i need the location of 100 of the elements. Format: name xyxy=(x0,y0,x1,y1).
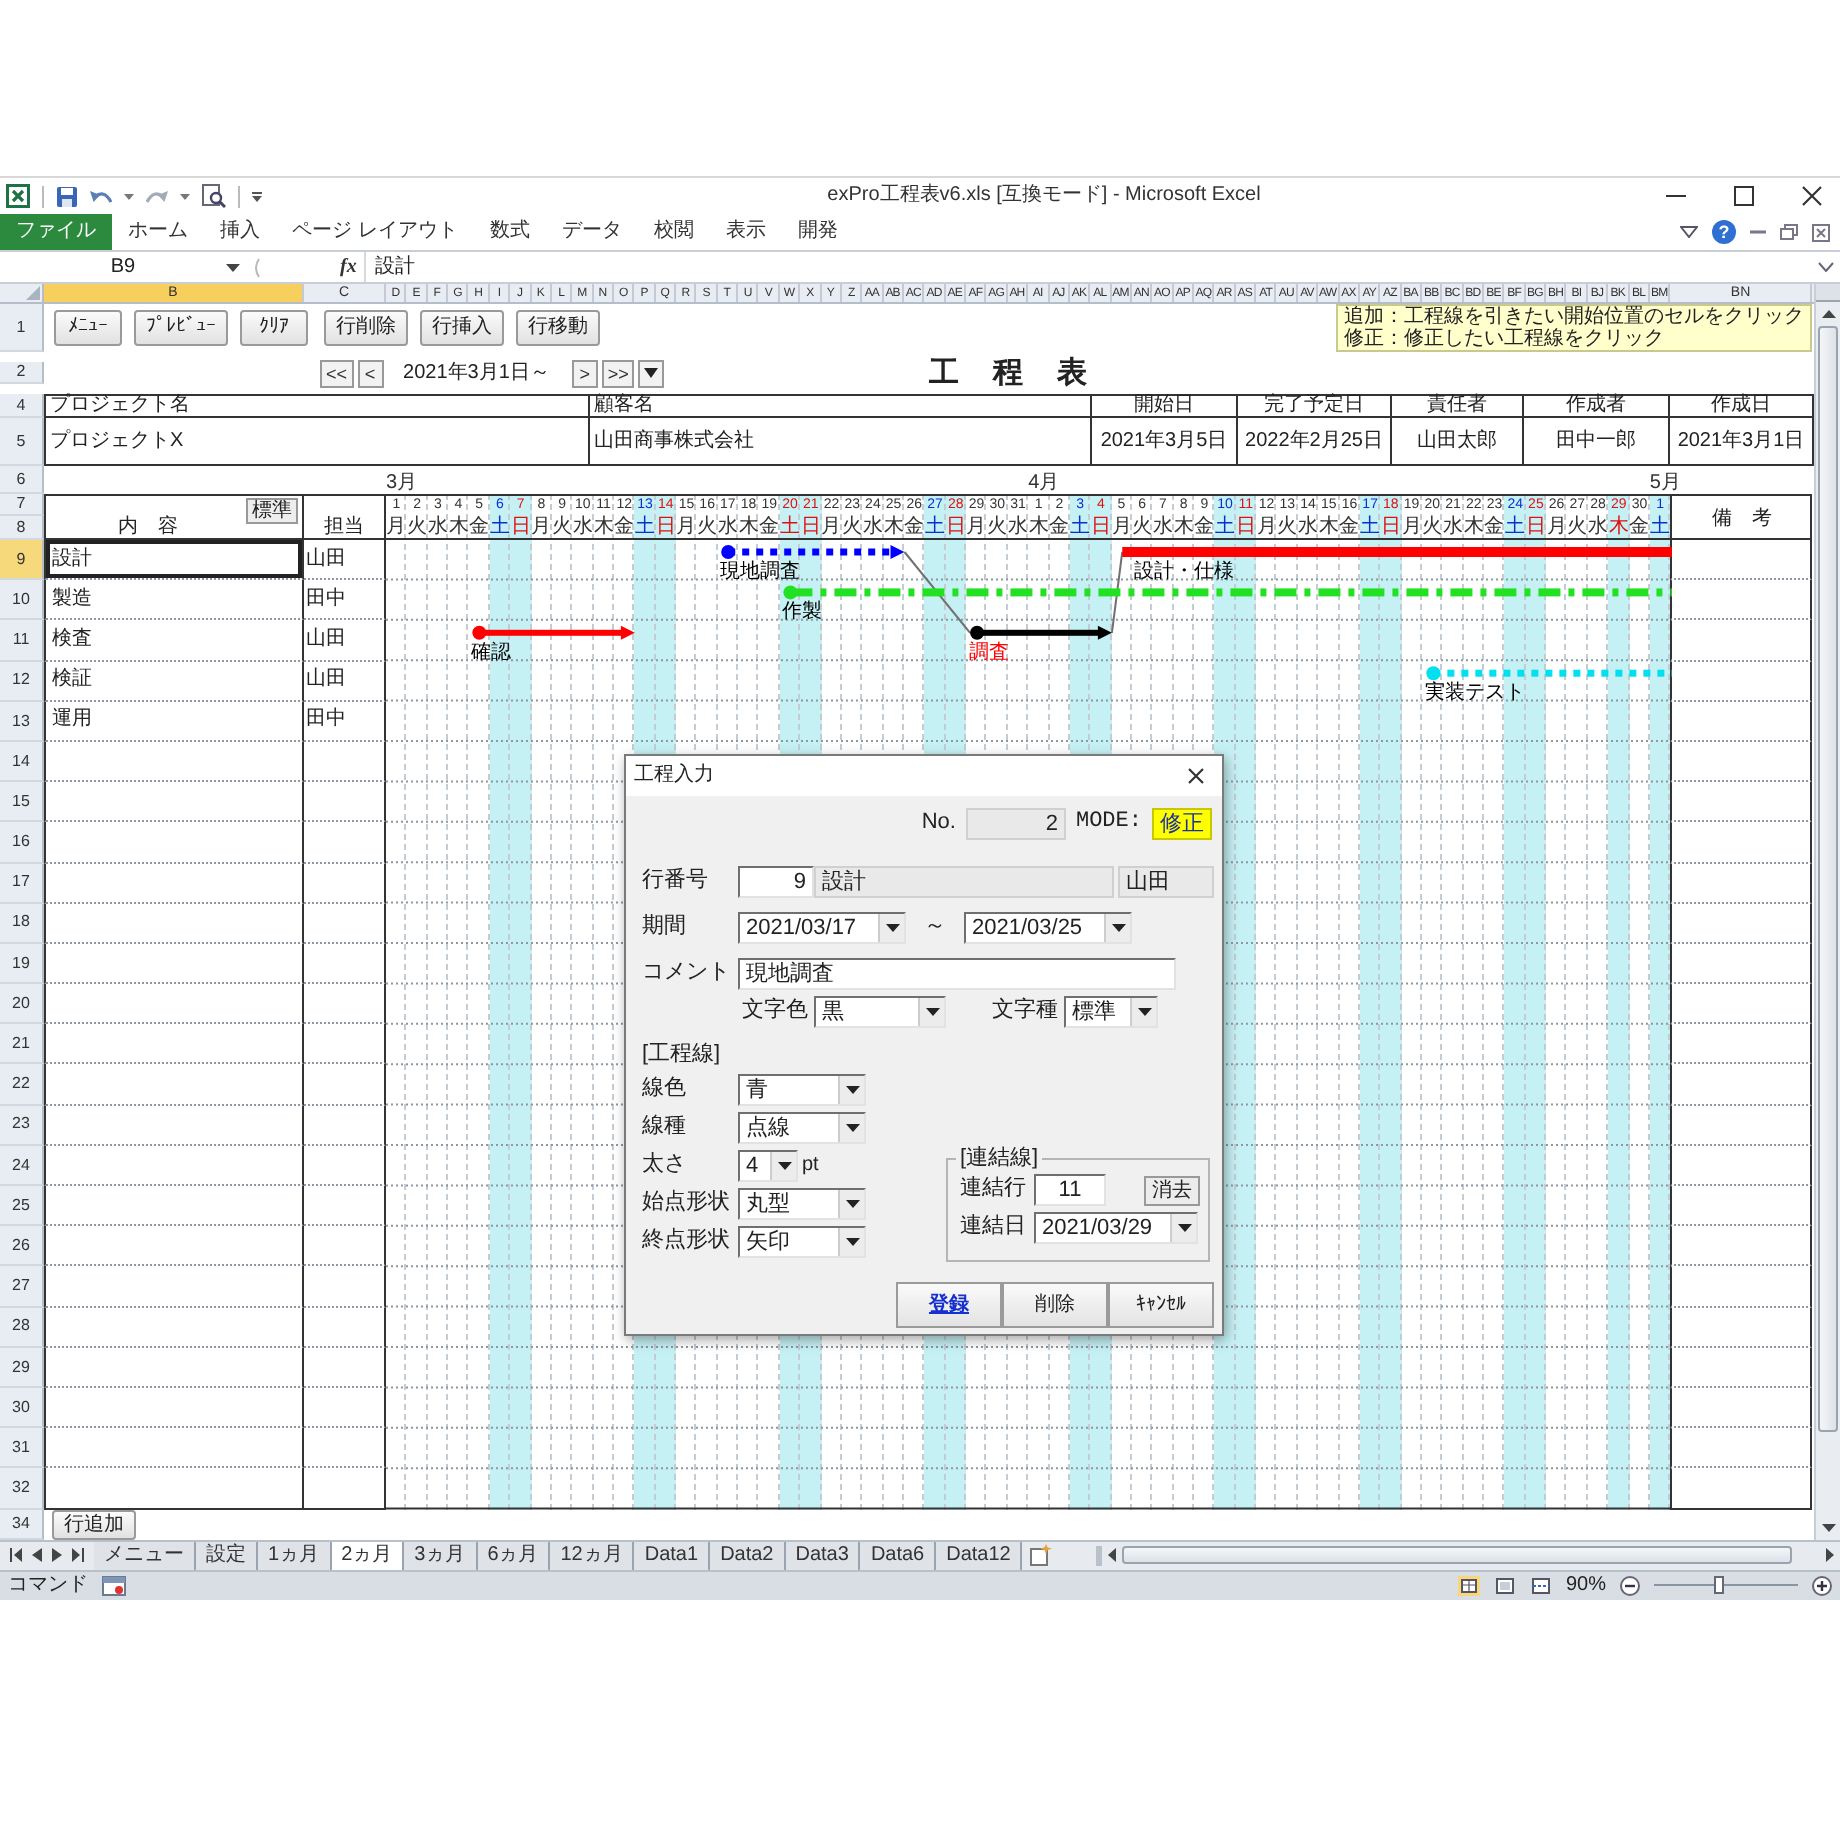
name-box[interactable]: B9 xyxy=(0,252,226,282)
scrollbar-thumb[interactable] xyxy=(1818,326,1838,1432)
schedule-bar[interactable] xyxy=(970,625,1112,640)
row-header[interactable]: 28 xyxy=(0,1307,44,1348)
dropdown-field[interactable]: 点線 xyxy=(738,1112,866,1144)
ribbon-tab[interactable]: 校閲 xyxy=(637,214,710,250)
sheet-tab[interactable]: 6ヵ月 xyxy=(477,1541,551,1569)
customize-caret-icon[interactable] xyxy=(252,191,262,201)
date-picker-field[interactable]: 2021/03/25 xyxy=(964,912,1132,944)
scroll-down-icon[interactable] xyxy=(1821,1524,1835,1532)
sheet-tab[interactable]: 設定 xyxy=(196,1541,258,1569)
macro-record-icon[interactable] xyxy=(102,1575,126,1595)
row-header[interactable]: 4 xyxy=(0,394,44,418)
row-header[interactable]: 6 xyxy=(0,466,44,494)
sheet-tab[interactable]: メニュー xyxy=(94,1541,196,1569)
close-icon[interactable] xyxy=(1188,768,1204,784)
insert-function-button[interactable]: fx xyxy=(340,255,357,279)
row-header[interactable]: 1 xyxy=(0,304,44,352)
clear-button[interactable]: 消去 xyxy=(1144,1175,1200,1205)
dropdown-field[interactable]: 矢印 xyxy=(738,1226,866,1258)
row-header[interactable]: 23 xyxy=(0,1105,44,1146)
date-picker-field[interactable]: 2021/03/17 xyxy=(738,912,906,944)
file-tab[interactable]: ファイル xyxy=(0,214,112,250)
page-layout-view-icon[interactable] xyxy=(1493,1575,1516,1595)
dialog-button[interactable]: 削除 xyxy=(1002,1282,1108,1328)
sheet-tab[interactable]: 12ヵ月 xyxy=(550,1541,635,1569)
task-name-field[interactable]: 設計 xyxy=(814,866,1114,898)
sheet-tab[interactable]: Data12 xyxy=(936,1541,1023,1569)
first-sheet-icon[interactable] xyxy=(10,1548,22,1562)
toolbar-button[interactable]: ｸﾘｱ xyxy=(240,310,308,346)
sheet-tab[interactable]: 3ヵ月 xyxy=(404,1541,478,1569)
row-header[interactable]: 27 xyxy=(0,1266,44,1308)
row-header[interactable]: 9 xyxy=(0,540,44,581)
dialog-button[interactable]: 登録 xyxy=(896,1282,1002,1328)
caret-icon[interactable] xyxy=(180,193,190,199)
nav-button[interactable]: >> xyxy=(601,359,635,387)
row-header[interactable]: 5 xyxy=(0,418,44,466)
dropdown-field[interactable]: 標準 xyxy=(1064,996,1158,1028)
date-picker-field[interactable]: 2021/03/29 xyxy=(1034,1212,1198,1244)
toolbar-button[interactable]: ﾌﾟﾚﾋﾞｭｰ xyxy=(134,310,228,346)
print-preview-icon[interactable] xyxy=(202,184,226,208)
row-header[interactable]: 7 xyxy=(0,494,44,516)
nav-button[interactable]: << xyxy=(320,359,354,387)
toolbar-button[interactable]: ﾒﾆｭｰ xyxy=(54,310,122,346)
expand-caret-icon[interactable] xyxy=(1818,262,1834,272)
ribbon-tab[interactable]: 表示 xyxy=(709,214,782,250)
row-header[interactable]: 24 xyxy=(0,1145,44,1186)
standard-button[interactable]: 標準 xyxy=(246,498,298,524)
link-target-field[interactable]: 11 xyxy=(1034,1174,1106,1206)
sheet-tab[interactable]: Data3 xyxy=(785,1541,861,1569)
page-break-view-icon[interactable] xyxy=(1529,1575,1552,1595)
ribbon-tab[interactable]: 挿入 xyxy=(204,214,276,250)
row-header[interactable]: 10 xyxy=(0,580,44,621)
dropdown-field[interactable]: 黒 xyxy=(814,996,946,1028)
row-header[interactable]: 29 xyxy=(0,1347,44,1388)
ribbon-tab[interactable]: ページ レイアウト xyxy=(276,214,474,250)
row-header[interactable]: 30 xyxy=(0,1387,44,1429)
zoom-out-icon[interactable] xyxy=(1620,1575,1640,1595)
caret-icon[interactable] xyxy=(124,193,134,199)
add-row-button[interactable]: 行追加 xyxy=(52,1509,136,1539)
scroll-up-icon[interactable] xyxy=(1821,309,1835,317)
insert-sheet-icon[interactable] xyxy=(1030,1544,1053,1566)
row-header[interactable]: 8 xyxy=(0,516,44,540)
row-header[interactable]: 25 xyxy=(0,1186,44,1227)
schedule-bar[interactable] xyxy=(721,545,905,559)
previous-sheet-icon[interactable] xyxy=(32,1548,42,1562)
restore-icon[interactable] xyxy=(1780,224,1798,240)
row-header[interactable]: 13 xyxy=(0,701,44,742)
nav-button[interactable]: < xyxy=(357,359,384,387)
row-header[interactable]: 2 xyxy=(0,362,44,384)
scroll-left-icon[interactable] xyxy=(1108,1548,1116,1562)
caret-icon[interactable] xyxy=(226,263,240,271)
help-button[interactable]: ? xyxy=(1712,220,1736,244)
sheet-tab[interactable]: Data6 xyxy=(860,1541,937,1569)
zoom-slider-thumb[interactable] xyxy=(1714,1576,1725,1594)
split-handle-icon[interactable] xyxy=(1096,1545,1102,1565)
row-header[interactable]: 14 xyxy=(0,741,44,783)
close-icon[interactable] xyxy=(1802,186,1822,206)
sheet-tab[interactable]: 1ヵ月 xyxy=(258,1541,332,1569)
toolbar-button[interactable]: 行挿入 xyxy=(420,310,504,346)
dropdown-field[interactable]: 4 xyxy=(738,1150,798,1182)
scrollbar-thumb[interactable] xyxy=(1122,1546,1793,1564)
zoom-in-icon[interactable] xyxy=(1812,1575,1832,1595)
row-header[interactable]: 11 xyxy=(0,620,44,662)
dropdown-field[interactable]: 青 xyxy=(738,1074,866,1106)
row-header[interactable]: 20 xyxy=(0,984,44,1025)
line-number-field[interactable]: 9 xyxy=(738,866,814,898)
row-header[interactable]: 18 xyxy=(0,903,44,944)
toolbar-button[interactable]: 行削除 xyxy=(324,310,408,346)
ribbon-tab[interactable]: 数式 xyxy=(473,214,546,250)
row-header[interactable]: 12 xyxy=(0,661,44,702)
normal-view-icon[interactable] xyxy=(1457,1575,1480,1595)
save-icon[interactable] xyxy=(56,185,78,207)
row-header[interactable]: 16 xyxy=(0,822,44,863)
row-header[interactable]: 26 xyxy=(0,1226,44,1267)
ribbon-tab[interactable]: ホーム xyxy=(112,214,204,250)
sheet-tab[interactable]: Data1 xyxy=(634,1541,711,1569)
dropdown-button[interactable] xyxy=(638,359,665,387)
row-header[interactable]: 15 xyxy=(0,782,44,823)
ribbon-tab[interactable]: 開発 xyxy=(781,214,854,250)
